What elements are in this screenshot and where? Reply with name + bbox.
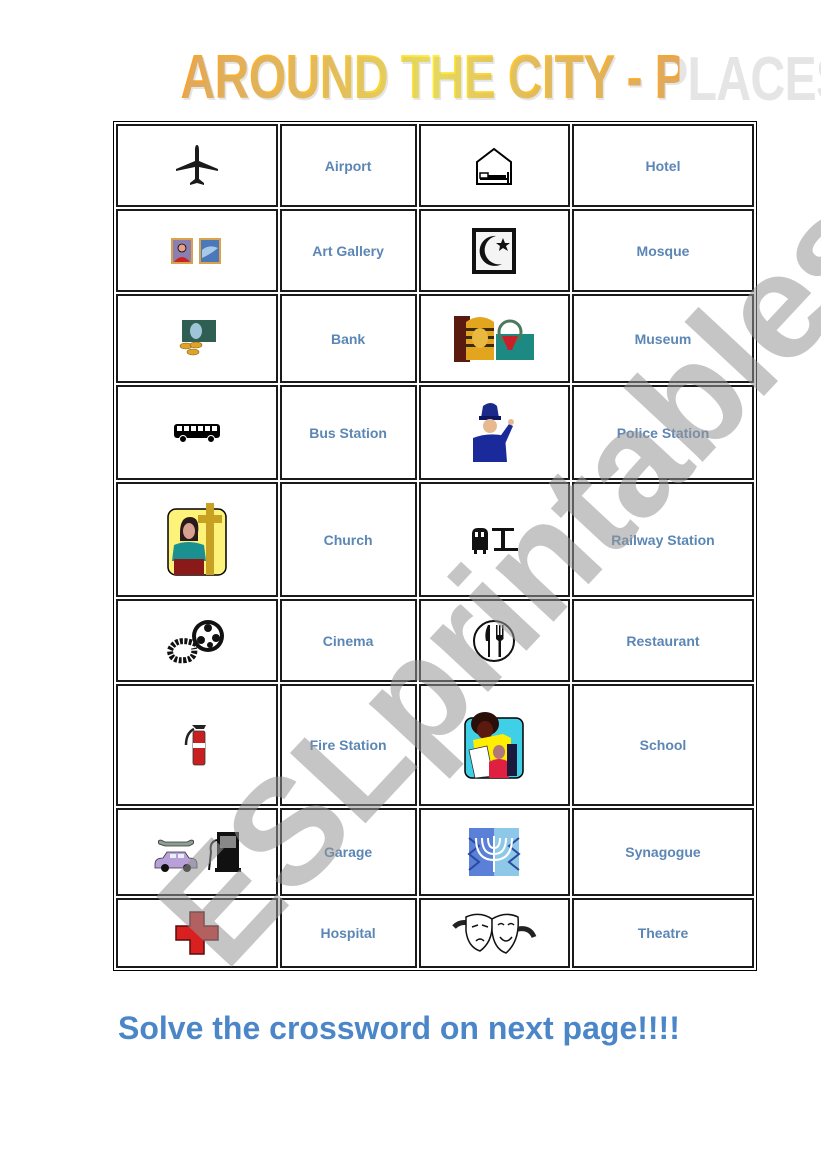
icon-cell xyxy=(418,294,570,383)
hospital-cross-icon xyxy=(175,911,219,955)
table-row: Bank Museum xyxy=(116,294,754,383)
museum-icon xyxy=(454,315,535,362)
table-row: Church Railway Station xyxy=(116,482,754,597)
icon-cell xyxy=(116,808,278,896)
place-label: School xyxy=(571,684,754,806)
place-label: Fire Station xyxy=(279,684,417,806)
railway-icon xyxy=(472,527,519,554)
place-label: Railway Station xyxy=(571,482,754,597)
table-row: Garage Synagogue xyxy=(116,808,754,896)
icon-cell xyxy=(116,124,278,207)
place-label: Synagogue xyxy=(571,808,754,896)
icon-cell xyxy=(418,898,570,968)
restaurant-icon xyxy=(473,619,516,662)
table-row: Fire Station School xyxy=(116,684,754,806)
icon-cell xyxy=(418,482,570,597)
bank-icon xyxy=(179,319,216,355)
place-label: Art Gallery xyxy=(279,209,417,292)
icon-cell xyxy=(116,209,278,292)
icon-cell xyxy=(116,385,278,480)
place-label: Theatre xyxy=(571,898,754,968)
garage-icon xyxy=(154,832,241,872)
film-reel-icon xyxy=(166,619,224,663)
airplane-icon xyxy=(175,144,218,185)
icon-cell xyxy=(116,482,278,597)
fire-extinguisher-icon xyxy=(184,725,206,766)
school-icon xyxy=(464,712,525,779)
icon-cell xyxy=(418,385,570,480)
mosque-icon xyxy=(472,227,517,274)
place-label: Cinema xyxy=(279,599,417,682)
icon-cell xyxy=(418,209,570,292)
places-table: Airport Hotel Art Gallery Mosque Bank Mu… xyxy=(113,121,757,971)
table-row: Bus Station Police Station xyxy=(116,385,754,480)
place-label: Airport xyxy=(279,124,417,207)
icon-cell xyxy=(116,898,278,968)
footer-instruction: Solve the crossword on next page!!!! xyxy=(118,1010,680,1046)
place-label: Restaurant xyxy=(571,599,754,682)
place-label: Hospital xyxy=(279,898,417,968)
place-label: Museum xyxy=(571,294,754,383)
icon-cell xyxy=(418,599,570,682)
title-container: AROUND THE CITY - PLACES xyxy=(110,40,821,120)
page-title: AROUND THE CITY - PLACES xyxy=(180,40,821,115)
icon-cell xyxy=(116,599,278,682)
place-label: Police Station xyxy=(571,385,754,480)
place-label: Garage xyxy=(279,808,417,896)
icon-cell xyxy=(418,124,570,207)
table-row: Hospital Theatre xyxy=(116,898,754,968)
place-label: Mosque xyxy=(571,209,754,292)
church-icon xyxy=(167,502,227,576)
place-label: Church xyxy=(279,482,417,597)
place-label: Bus Station xyxy=(279,385,417,480)
icon-cell xyxy=(418,684,570,806)
table-row: Airport Hotel xyxy=(116,124,754,207)
theatre-masks-icon xyxy=(452,913,537,954)
place-label: Bank xyxy=(279,294,417,383)
table-row: Art Gallery Mosque xyxy=(116,209,754,292)
bus-icon xyxy=(173,423,220,443)
icon-cell xyxy=(418,808,570,896)
synagogue-icon xyxy=(467,828,521,876)
art-gallery-icon xyxy=(170,237,221,264)
icon-cell xyxy=(116,684,278,806)
police-officer-icon xyxy=(473,402,515,462)
icon-cell xyxy=(116,294,278,383)
place-label: Hotel xyxy=(571,124,754,207)
table-row: Cinema Restaurant xyxy=(116,599,754,682)
hotel-icon xyxy=(476,147,513,185)
